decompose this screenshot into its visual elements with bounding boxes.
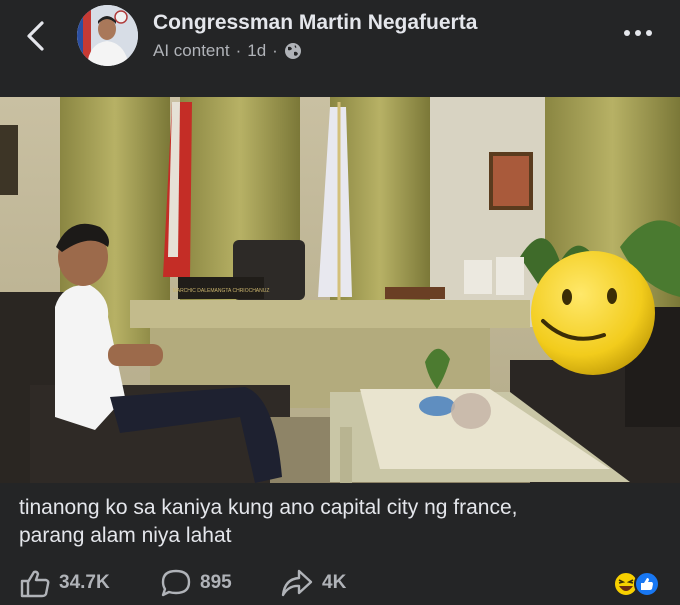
globe-icon <box>284 43 301 59</box>
post-photo[interactable]: MARCHIC DALEMANGTA CHRIOCHANUZ <box>0 97 680 483</box>
desk-nameplate: MARCHIC DALEMANGTA CHRIOCHANUZ <box>173 288 270 294</box>
share-arrow-icon <box>281 569 313 597</box>
office-scene-image: MARCHIC DALEMANGTA CHRIOCHANUZ <box>0 97 680 483</box>
meta-separator: · <box>272 41 278 60</box>
share-button[interactable]: 4K <box>280 568 346 598</box>
reactions-summary[interactable] <box>612 570 662 598</box>
caption-line: tinanong ko sa kaniya kung ano capital c… <box>19 496 518 519</box>
comment-bubble-icon <box>161 569 191 597</box>
avatar-image <box>77 5 138 66</box>
meta-separator: · <box>235 41 242 60</box>
action-bar: 34.7K 895 4K <box>0 562 680 605</box>
caption-line: parang alam niya lahat <box>19 524 232 547</box>
ai-content-label[interactable]: AI content <box>153 41 230 61</box>
chevron-left-icon[interactable] <box>22 18 50 54</box>
thumbs-up-icon <box>20 570 50 598</box>
comment-count: 895 <box>200 572 232 593</box>
share-count: 4K <box>322 572 347 593</box>
post-header: Congressman Martin Negafuerta AI content… <box>0 0 680 97</box>
like-reaction-icon <box>634 571 660 597</box>
post-meta: AI content · 1d · <box>153 41 302 61</box>
post-caption: tinanong ko sa kaniya kung ano capital c… <box>19 494 659 550</box>
comment-button[interactable]: 895 <box>160 568 232 598</box>
post-time[interactable]: 1d <box>247 41 266 61</box>
more-horizontal-icon[interactable] <box>624 30 656 40</box>
like-button[interactable]: 34.7K <box>19 568 110 598</box>
avatar[interactable] <box>77 5 138 66</box>
like-count: 34.7K <box>59 572 110 593</box>
author-name[interactable]: Congressman Martin Negafuerta <box>153 11 477 35</box>
